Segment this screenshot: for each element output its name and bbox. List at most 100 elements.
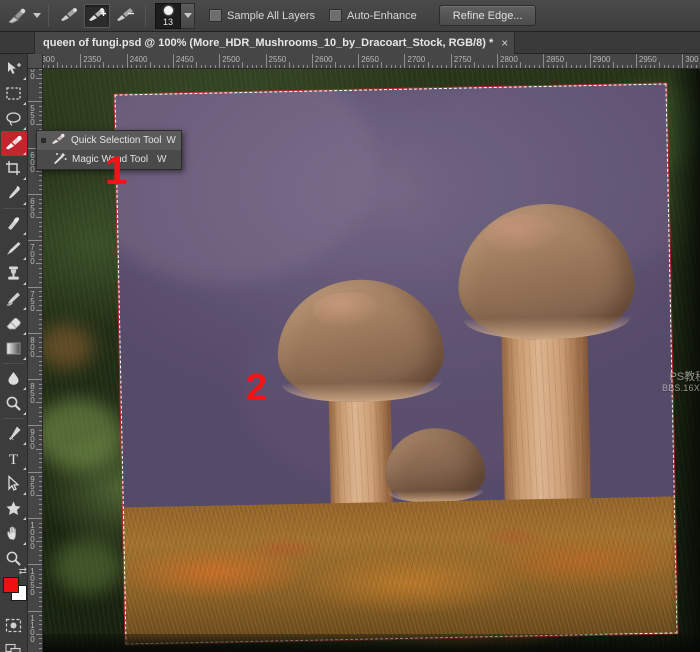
ruler-minor-tick bbox=[39, 467, 42, 469]
flyout-item-quick-selection-tool[interactable]: Quick Selection Tool W bbox=[37, 131, 181, 150]
ruler-minor-tick bbox=[659, 62, 661, 68]
ruler-minor-tick bbox=[608, 65, 610, 68]
lasso-tool[interactable] bbox=[1, 106, 27, 131]
auto-enhance-checkbox-row[interactable]: Auto-Enhance bbox=[329, 9, 417, 22]
ruler-label: 2450 bbox=[175, 55, 194, 64]
crop-tool[interactable] bbox=[1, 156, 27, 181]
flyout-triangle-icon bbox=[22, 542, 26, 545]
ruler-minor-tick bbox=[617, 65, 619, 68]
ruler-minor-tick bbox=[200, 65, 202, 68]
flyout-triangle-icon bbox=[22, 492, 26, 495]
ruler-major-tick bbox=[28, 379, 42, 381]
ruler-corner[interactable] bbox=[28, 54, 43, 69]
ruler-minor-tick bbox=[117, 65, 119, 68]
ruler-minor-tick bbox=[145, 65, 147, 68]
add-to-selection-button[interactable] bbox=[84, 3, 110, 28]
bokeh-blob bbox=[53, 539, 123, 594]
ruler-minor-tick bbox=[39, 545, 42, 547]
ruler-label: 2850 bbox=[546, 55, 565, 64]
clone-stamp-tool[interactable] bbox=[1, 261, 27, 286]
screen-mode-button[interactable] bbox=[1, 638, 27, 652]
swap-colors-icon[interactable]: ⇄ bbox=[19, 566, 27, 577]
brush-size-preview[interactable]: 13 bbox=[155, 2, 181, 29]
quick-selection-tool[interactable] bbox=[0, 131, 27, 156]
eyedropper-tool[interactable] bbox=[1, 181, 27, 206]
ruler-minor-tick bbox=[473, 62, 475, 68]
ruler-minor-tick bbox=[325, 65, 327, 68]
ruler-minor-tick bbox=[39, 476, 42, 478]
canvas-bottom-vignette bbox=[43, 634, 700, 652]
ruler-label: 650 bbox=[28, 196, 37, 218]
ruler-minor-tick bbox=[686, 65, 688, 68]
subtract-from-selection-button[interactable] bbox=[112, 4, 138, 28]
gradient-tool[interactable] bbox=[1, 336, 27, 361]
hand-tool[interactable] bbox=[1, 521, 27, 546]
ruler-minor-tick bbox=[39, 453, 42, 455]
document-tab[interactable]: queen of fungi.psd @ 100% (More_HDR_Mush… bbox=[34, 32, 516, 54]
horizontal-type-tool[interactable]: T bbox=[1, 446, 27, 471]
ruler-minor-tick bbox=[39, 267, 42, 269]
close-icon[interactable]: × bbox=[501, 37, 508, 49]
ruler-minor-tick bbox=[529, 65, 531, 68]
brush-size-picker[interactable]: 13 bbox=[155, 2, 195, 29]
rectangular-marquee-tool[interactable] bbox=[1, 81, 27, 106]
ruler-minor-tick bbox=[39, 416, 42, 418]
ruler-minor-tick bbox=[36, 78, 42, 80]
horizontal-ruler[interactable]: 2300 2350 2400 2450 2500 2550 2600 2650 2700 2750… bbox=[28, 54, 700, 69]
auto-enhance-checkbox[interactable] bbox=[329, 9, 343, 22]
ruler-minor-tick bbox=[432, 65, 434, 68]
eraser-tool[interactable] bbox=[1, 311, 27, 336]
sample-all-layers-checkbox-row[interactable]: Sample All Layers bbox=[209, 9, 315, 22]
ruler-minor-tick bbox=[168, 65, 170, 68]
ruler-minor-tick bbox=[149, 62, 151, 68]
foreground-color-swatch[interactable] bbox=[3, 577, 19, 593]
ruler-minor-tick bbox=[39, 374, 42, 376]
ruler-minor-tick bbox=[39, 346, 42, 348]
ruler-label: 2650 bbox=[361, 55, 379, 64]
ruler-minor-tick bbox=[571, 65, 573, 68]
ruler-minor-tick bbox=[39, 462, 42, 464]
ruler-minor-tick bbox=[228, 65, 230, 68]
pen-tool[interactable] bbox=[1, 421, 27, 446]
new-selection-button[interactable] bbox=[56, 4, 82, 28]
ruler-minor-tick bbox=[409, 65, 411, 68]
ruler-minor-tick bbox=[524, 65, 526, 68]
ruler-minor-tick bbox=[612, 62, 614, 68]
tool-preset-picker[interactable] bbox=[4, 5, 41, 27]
ruler-minor-tick bbox=[223, 65, 225, 68]
ruler-minor-tick bbox=[39, 277, 42, 279]
refine-edge-button[interactable]: Refine Edge... bbox=[438, 5, 537, 26]
ruler-minor-tick bbox=[39, 115, 42, 117]
spot-healing-brush-tool[interactable] bbox=[1, 211, 27, 236]
ruler-minor-tick bbox=[233, 65, 235, 68]
color-swatches[interactable]: ⇄ bbox=[0, 566, 28, 607]
history-brush-tool[interactable] bbox=[1, 286, 27, 311]
ruler-minor-tick bbox=[381, 62, 383, 68]
ruler-minor-tick bbox=[455, 65, 457, 68]
ruler-minor-tick bbox=[39, 96, 42, 98]
flyout-triangle-icon bbox=[22, 332, 26, 335]
sample-all-layers-checkbox[interactable] bbox=[209, 9, 222, 22]
sample-all-layers-label: Sample All Layers bbox=[227, 9, 316, 22]
blur-tool[interactable] bbox=[1, 366, 27, 391]
quick-mask-toggle[interactable] bbox=[1, 613, 27, 638]
flyout-triangle-icon bbox=[22, 202, 26, 205]
active-selection-region[interactable] bbox=[114, 83, 678, 645]
ruler-minor-tick bbox=[39, 323, 42, 325]
move-tool[interactable] bbox=[1, 56, 27, 81]
brush-tool[interactable] bbox=[1, 236, 27, 261]
ruler-minor-tick bbox=[39, 198, 42, 200]
path-selection-tool[interactable] bbox=[1, 471, 27, 496]
ruler-minor-tick bbox=[98, 65, 100, 68]
ruler-minor-tick bbox=[39, 383, 42, 385]
ruler-minor-tick bbox=[436, 65, 438, 68]
dodge-tool[interactable] bbox=[1, 391, 27, 416]
ruler-minor-tick bbox=[43, 65, 45, 68]
chevron-down-icon[interactable] bbox=[33, 13, 41, 18]
ruler-minor-tick bbox=[39, 87, 42, 89]
brush-size-dropdown-button[interactable] bbox=[181, 2, 195, 29]
ruler-minor-tick bbox=[57, 62, 59, 68]
custom-shape-tool[interactable] bbox=[1, 496, 27, 521]
selected-bullet-icon bbox=[41, 157, 46, 162]
flyout-item-shortcut: W bbox=[166, 135, 176, 146]
